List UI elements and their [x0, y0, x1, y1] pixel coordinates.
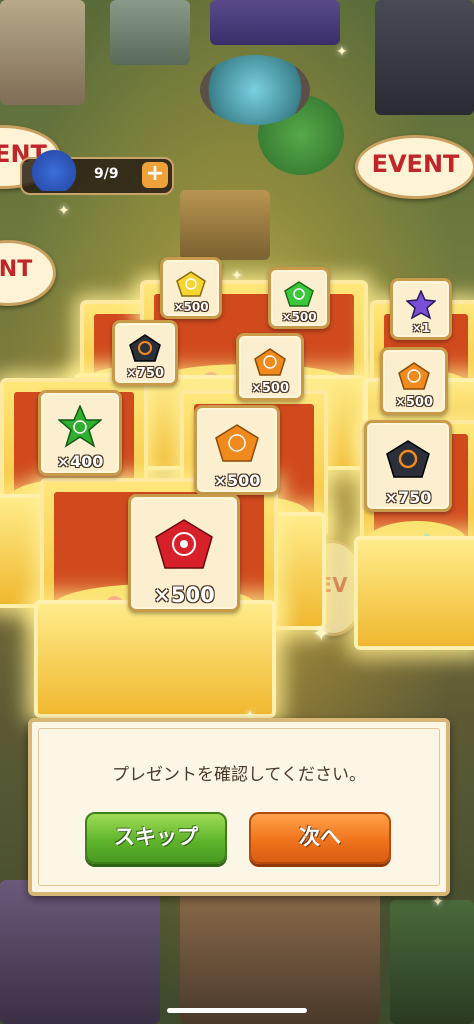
black-gem-icon — [386, 440, 430, 478]
building-top-left — [0, 0, 85, 105]
reward-item-green-star: ×400 — [38, 390, 122, 476]
building-bottom-right — [180, 890, 380, 1024]
fountain — [200, 55, 310, 125]
reward-item-black-gem: ×750 — [112, 320, 178, 386]
event-sign-left[interactable]: ENT — [0, 240, 56, 306]
reward-item-orange-gem: ×500 — [194, 405, 280, 495]
sparkle-icon: ✦ — [312, 622, 331, 647]
building-bottom-far-right — [390, 900, 474, 1024]
reward-item-green-gem: ×500 — [268, 267, 330, 329]
reward-quantity: ×500 — [213, 471, 261, 490]
reward-quantity: ×500 — [394, 395, 434, 410]
sparkle-icon: ✦ — [231, 268, 243, 284]
sparkle-icon: ✦ — [432, 894, 444, 910]
reward-quantity: ×750 — [384, 488, 432, 507]
building-top-center — [110, 0, 190, 65]
stamina-value: 9/9 — [94, 166, 119, 182]
red-gem-icon — [155, 519, 213, 569]
reward-item-orange-gem: ×500 — [380, 347, 448, 415]
reward-quantity: ×1 — [411, 321, 431, 335]
reward-quantity: ×400 — [56, 452, 104, 471]
reward-item-purple-star: ×1 — [390, 278, 452, 340]
orange-gem-icon — [215, 424, 259, 463]
purple-star-icon — [406, 289, 436, 320]
reward-item-red-gem: ×500 — [128, 494, 240, 612]
reward-quantity: ×500 — [153, 583, 215, 607]
reward-quantity: ×500 — [281, 310, 317, 324]
sparkle-icon: ✦ — [336, 44, 348, 60]
skip-button[interactable]: スキップ — [85, 812, 227, 864]
reward-item-orange-gem: ×500 — [236, 333, 304, 401]
reward-item-black-gem: ×750 — [364, 420, 452, 512]
pyramid-building — [180, 190, 270, 260]
next-button[interactable]: 次へ — [249, 812, 391, 864]
green-star-icon — [58, 404, 102, 448]
stamina-counter: 9/9 + — [20, 149, 174, 195]
reward-quantity: ×500 — [173, 300, 209, 314]
building-top-right — [375, 0, 474, 115]
present-dialog: プレゼントを確認してください。 スキップ 次へ — [28, 718, 450, 896]
orange-gem-icon — [398, 362, 430, 390]
orange-gem-icon — [254, 348, 286, 376]
reward-item-yellow-gem: ×500 — [160, 257, 222, 319]
dialog-message: プレゼントを確認してください。 — [112, 765, 366, 785]
black-gem-icon — [129, 334, 161, 362]
mascot-icon — [26, 149, 82, 191]
reward-quantity: ×500 — [250, 381, 290, 396]
sparkle-icon: ✦ — [58, 203, 70, 219]
building-bottom-left — [0, 880, 160, 1024]
green-gem-icon — [284, 280, 314, 307]
reward-quantity: ×750 — [125, 366, 165, 381]
event-sign-right[interactable]: EVENT — [355, 135, 474, 199]
yellow-gem-icon — [176, 270, 206, 297]
home-indicator[interactable] — [167, 1008, 307, 1013]
add-stamina-button[interactable]: + — [142, 162, 168, 188]
building-top-purple — [210, 0, 340, 45]
